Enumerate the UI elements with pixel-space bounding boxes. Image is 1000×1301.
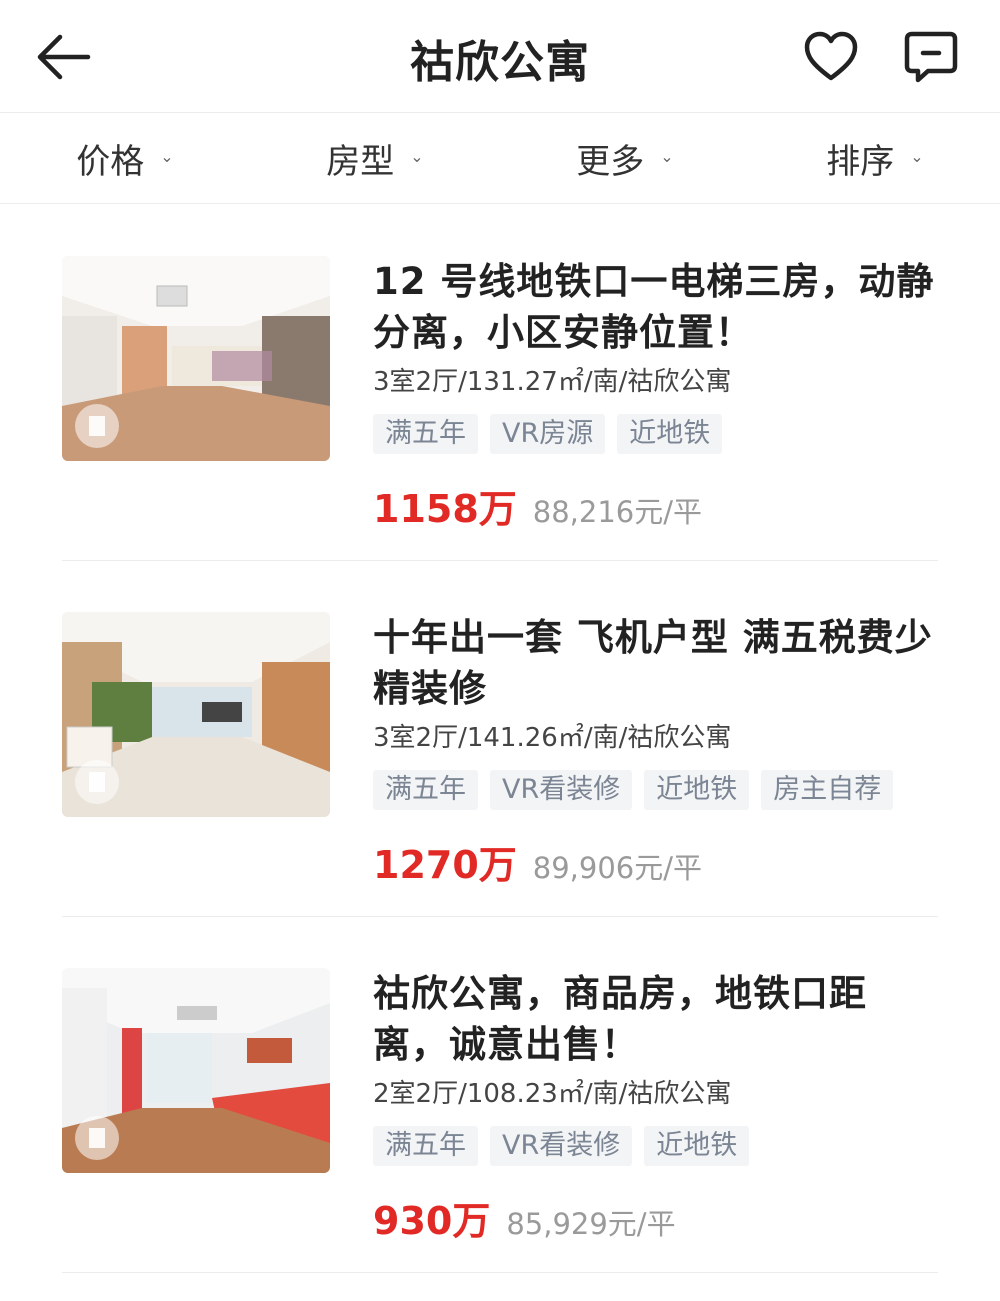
listing-title[interactable]: 12 号线地铁口一电梯三房，动静分离，小区安静位置！ (373, 256, 938, 358)
chevron-down-icon: ⌄ (410, 146, 424, 166)
chevron-down-icon: ⌄ (660, 146, 674, 166)
filter-label: 更多 (576, 141, 645, 182)
chevron-down-icon: ⌄ (910, 146, 924, 166)
tag: 满五年 (373, 1126, 478, 1166)
listing-tags: 满五年 VR看装修 近地铁 房主自荐 (373, 770, 938, 810)
filter-bar: 价格 ⌄ 房型 ⌄ 更多 ⌄ 排序 ⌄ (0, 113, 1000, 204)
chevron-down-icon: ⌄ (160, 146, 174, 166)
listing-card[interactable]: 十年出一套 飞机户型 满五税费少 精装修 3室2厅/141.26㎡/南/祜欣公寓… (62, 612, 938, 917)
message-button[interactable] (900, 26, 962, 88)
listing-tags: 满五年 VR看装修 近地铁 (373, 1126, 938, 1166)
filter-price[interactable]: 价格 ⌄ (0, 113, 250, 203)
tag: 满五年 (373, 770, 478, 810)
listing-meta: 3室2厅/131.27㎡/南/祜欣公寓 (373, 367, 732, 397)
listing-card[interactable]: 12 号线地铁口一电梯三房，动静分离，小区安静位置！ 3室2厅/131.27㎡/… (62, 256, 938, 561)
message-icon (904, 31, 958, 83)
filter-label: 排序 (826, 141, 895, 182)
listing-card[interactable]: 祜欣公寓，商品房，地铁口距离，诚意出售！ 2室2厅/108.23㎡/南/祜欣公寓… (62, 968, 938, 1273)
filter-layout[interactable]: 房型 ⌄ (250, 113, 500, 203)
header: 祜欣公寓 (0, 0, 1000, 113)
tag: VR看装修 (490, 1126, 633, 1166)
tag: 满五年 (373, 414, 478, 454)
tag: 近地铁 (617, 414, 723, 454)
divider (62, 916, 938, 917)
divider (62, 1272, 938, 1273)
heart-icon (804, 31, 858, 81)
unit-price: 89,906元/平 (532, 851, 703, 885)
listing-tags: 满五年 VR房源 近地铁 (373, 414, 938, 454)
filter-more[interactable]: 更多 ⌄ (500, 113, 750, 203)
listing-title[interactable]: 祜欣公寓，商品房，地铁口距离，诚意出售！ (373, 968, 938, 1070)
listing-meta: 3室2厅/141.26㎡/南/祜欣公寓 (373, 723, 732, 753)
listing-photo[interactable] (62, 612, 330, 817)
unit-price: 85,929元/平 (506, 1207, 676, 1241)
unit-price: 88,216元/平 (532, 495, 703, 529)
tag: 近地铁 (644, 770, 750, 810)
filter-label: 价格 (76, 141, 145, 182)
total-price: 1270万 (373, 843, 517, 887)
filter-sort[interactable]: 排序 ⌄ (750, 113, 1000, 203)
total-price: 1158万 (373, 487, 517, 531)
tag: VR看装修 (490, 770, 633, 810)
filter-label: 房型 (326, 141, 395, 182)
tag: VR房源 (490, 414, 606, 454)
listing-title[interactable]: 十年出一套 飞机户型 满五税费少 精装修 (373, 612, 938, 714)
listing-photo[interactable] (62, 256, 330, 461)
favorite-button[interactable] (800, 26, 862, 88)
tag: 房主自荐 (761, 770, 894, 810)
listing-meta: 2室2厅/108.23㎡/南/祜欣公寓 (373, 1079, 732, 1109)
listing-photo[interactable] (62, 968, 330, 1173)
total-price: 930万 (373, 1199, 491, 1243)
tag: 近地铁 (644, 1126, 750, 1166)
divider (62, 560, 938, 561)
